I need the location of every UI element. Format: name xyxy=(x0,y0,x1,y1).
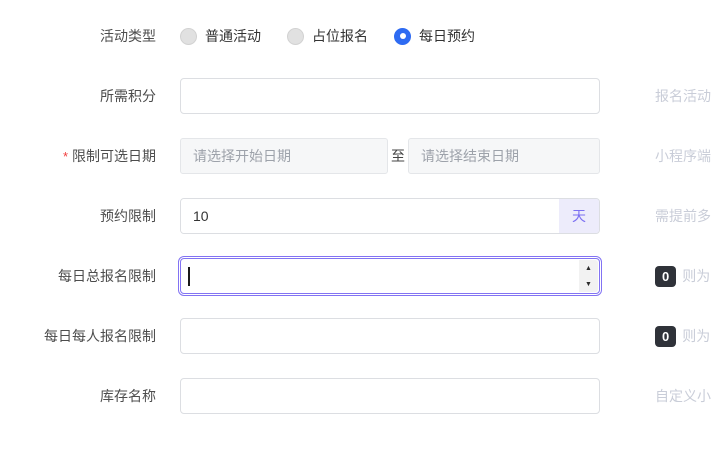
radio-unchecked-icon[interactable] xyxy=(180,28,197,45)
spinner-down-icon[interactable]: ▼ xyxy=(579,276,598,292)
reservation-limit-input[interactable] xyxy=(181,199,559,233)
zero-badge: 0 xyxy=(655,266,676,287)
points-hint: 报名活动 xyxy=(655,86,711,106)
radio-option-label: 普通活动 xyxy=(205,26,261,46)
row-points: 所需积分 报名活动 xyxy=(0,78,713,114)
days-unit-addon: 天 xyxy=(559,199,599,233)
points-input[interactable] xyxy=(180,78,600,114)
row-activity-type: 活动类型 普通活动 占位报名 每日预约 xyxy=(0,18,713,54)
stock-name-label: 库存名称 xyxy=(0,386,168,406)
row-stock-name: 库存名称 自定义小 xyxy=(0,378,713,414)
row-reservation-limit: 预约限制 天 需提前多 xyxy=(0,198,713,234)
daily-per-person-limit-hint-text: 则为 xyxy=(682,326,710,346)
daily-per-person-limit-input[interactable] xyxy=(180,318,600,354)
stock-name-input[interactable] xyxy=(180,378,600,414)
daily-total-limit-input[interactable]: ▲ ▼ xyxy=(180,258,600,294)
radio-option-label: 每日预约 xyxy=(419,26,475,46)
activity-form-page: 活动类型 普通活动 占位报名 每日预约 所需积分 xyxy=(0,0,713,458)
daily-total-limit-hint: 0 则为 xyxy=(655,266,710,287)
reservation-limit-hint: 需提前多 xyxy=(655,206,711,226)
radio-dot xyxy=(400,33,406,39)
required-asterisk: * xyxy=(63,149,68,164)
points-label: 所需积分 xyxy=(0,86,168,106)
daily-per-person-limit-label: 每日每人报名限制 xyxy=(0,326,168,346)
daily-total-limit-hint-text: 则为 xyxy=(682,266,710,286)
daily-total-limit-label: 每日总报名限制 xyxy=(0,266,168,286)
text-cursor xyxy=(188,267,190,286)
start-date-input[interactable] xyxy=(180,138,388,174)
radio-option-placeholder-signup[interactable]: 占位报名 xyxy=(287,26,368,46)
stock-name-hint: 自定义小 xyxy=(655,386,711,406)
reservation-limit-field: 天 xyxy=(180,198,600,234)
radio-option-daily-reservation[interactable]: 每日预约 xyxy=(394,26,475,46)
row-daily-total-limit: 每日总报名限制 ▲ ▼ 0 则为 xyxy=(0,258,713,294)
radio-unchecked-icon[interactable] xyxy=(287,28,304,45)
number-spinner: ▲ ▼ xyxy=(579,260,598,292)
activity-type-label: 活动类型 xyxy=(0,26,168,46)
date-range-label-text: 限制可选日期 xyxy=(72,148,156,164)
radio-option-label: 占位报名 xyxy=(312,26,368,46)
date-range-hint: 小程序端 xyxy=(655,146,711,166)
date-range-separator: 至 xyxy=(391,146,405,166)
date-range-label: * 限制可选日期 xyxy=(0,146,168,166)
spinner-up-icon[interactable]: ▲ xyxy=(579,260,598,276)
activity-type-radio-group: 普通活动 占位报名 每日预约 xyxy=(180,26,475,46)
zero-badge: 0 xyxy=(655,326,676,347)
radio-checked-icon[interactable] xyxy=(394,28,411,45)
end-date-input[interactable] xyxy=(408,138,600,174)
row-daily-per-person-limit: 每日每人报名限制 0 则为 xyxy=(0,318,713,354)
daily-per-person-limit-hint: 0 则为 xyxy=(655,326,710,347)
radio-option-normal-activity[interactable]: 普通活动 xyxy=(180,26,261,46)
reservation-limit-label: 预约限制 xyxy=(0,206,168,226)
row-date-range: * 限制可选日期 至 小程序端 xyxy=(0,138,713,174)
